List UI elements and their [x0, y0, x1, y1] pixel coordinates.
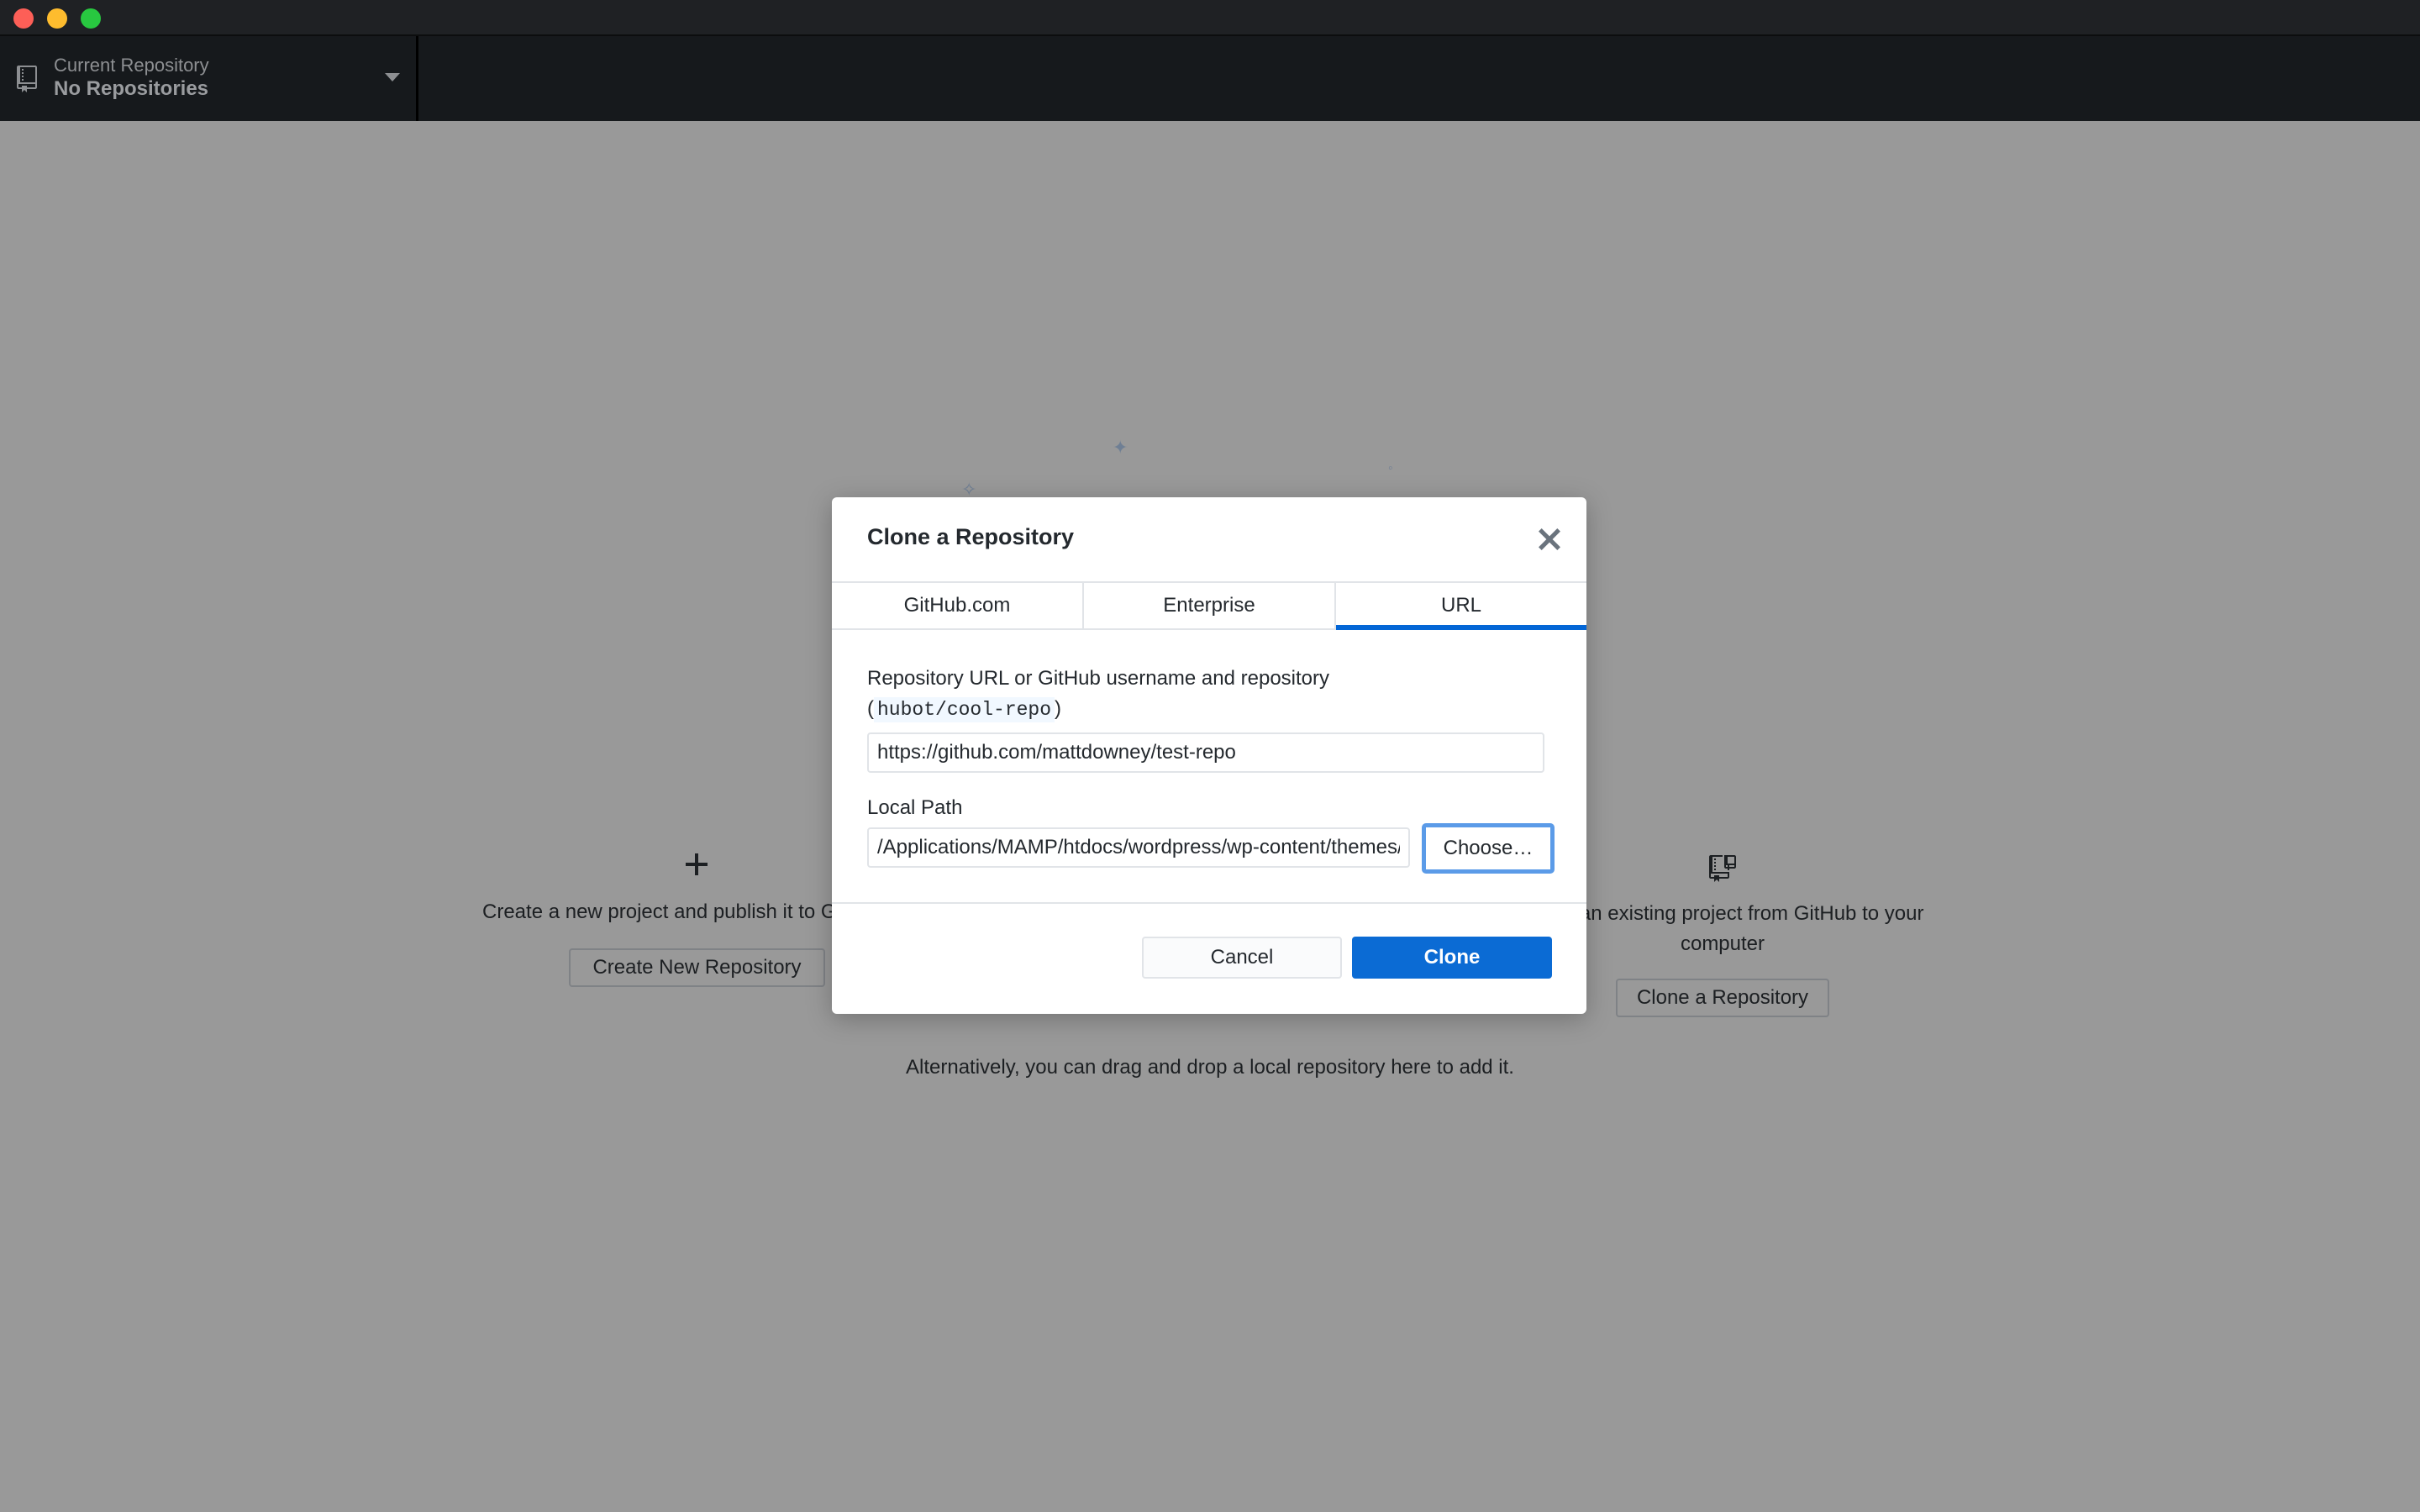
- plus-icon: [686, 853, 708, 875]
- repo-clone-icon: [1709, 855, 1736, 882]
- clone-repository-dialog: Clone a Repository GitHub.com Enterprise…: [832, 497, 1586, 1014]
- dialog-footer-divider: [832, 902, 1586, 904]
- local-path-label: Local Path: [867, 796, 963, 819]
- window-maximize-button[interactable]: [81, 8, 101, 29]
- tab-github-com[interactable]: GitHub.com: [832, 583, 1084, 628]
- clone-button[interactable]: Clone: [1352, 937, 1552, 979]
- hint-code-example: hubot/cool-repo: [874, 697, 1055, 722]
- sparkle-icon: ✦: [1113, 437, 1128, 458]
- repository-url-label: Repository URL or GitHub username and re…: [867, 667, 1330, 690]
- local-path-input[interactable]: [867, 827, 1410, 868]
- window-minimize-button[interactable]: [47, 8, 67, 29]
- create-new-repository-button[interactable]: Create New Repository: [569, 948, 825, 987]
- drag-drop-hint: Alternatively, you can drag and drop a l…: [906, 1056, 1514, 1079]
- clone-source-tabs: GitHub.com Enterprise URL: [832, 581, 1586, 630]
- create-repository-description: Create a new project and publish it to G…: [482, 900, 884, 923]
- hint-open-paren: (: [867, 697, 874, 720]
- sparkle-icon: ✧: [961, 479, 977, 500]
- current-repository-value: No Repositories: [54, 77, 209, 100]
- close-icon[interactable]: [1538, 528, 1561, 551]
- triangle-down-icon: [385, 73, 400, 81]
- window-titlebar: [0, 0, 2420, 36]
- clone-a-repository-button[interactable]: Clone a Repository: [1616, 979, 1829, 1017]
- dialog-title: Clone a Repository: [867, 524, 1075, 549]
- repository-url-hint: (hubot/cool-repo): [867, 697, 1062, 722]
- cancel-button[interactable]: Cancel: [1142, 937, 1342, 979]
- repository-url-input[interactable]: [867, 732, 1544, 773]
- sparkle-dot-icon: ◦: [1388, 461, 1393, 475]
- current-repository-label: Current Repository: [54, 55, 209, 76]
- window-close-button[interactable]: [13, 8, 34, 29]
- create-repository-card: Create a new project and publish it to G…: [471, 853, 891, 927]
- choose-path-button[interactable]: Choose…: [1422, 823, 1555, 874]
- hint-close-paren: ): [1055, 697, 1062, 720]
- repo-icon: [17, 66, 37, 92]
- tab-enterprise[interactable]: Enterprise: [1084, 583, 1336, 628]
- current-repository-dropdown[interactable]: Current Repository No Repositories: [0, 36, 418, 121]
- toolbar: Current Repository No Repositories: [0, 36, 2420, 121]
- tab-url[interactable]: URL: [1336, 583, 1586, 630]
